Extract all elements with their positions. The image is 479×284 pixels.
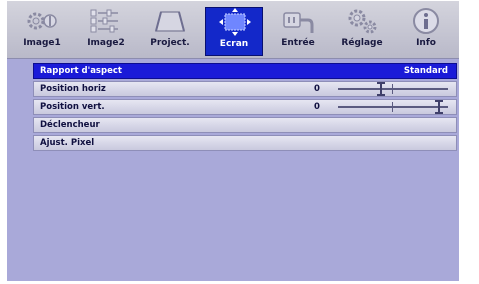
tab-reglage[interactable]: Réglage — [333, 7, 391, 56]
horizontal-position-slider[interactable] — [338, 82, 448, 96]
tab-ecran[interactable]: Ecran — [205, 7, 263, 56]
tab-label: Ecran — [219, 39, 249, 49]
tab-image1[interactable]: Image1 — [13, 7, 71, 56]
osd-menu-screen: Image1 Image2 Project. Ecran Entrée Régl… — [7, 1, 459, 281]
menu-item-pixel-adjust[interactable]: Ajust. Pixel — [33, 135, 457, 151]
menu-item-label: Déclencheur — [40, 120, 100, 130]
input-connector-icon — [283, 12, 314, 33]
menu-item-aspect-ratio[interactable]: Rapport d'aspect Standard — [33, 63, 457, 79]
tab-label: Image2 — [87, 38, 125, 48]
info-icon — [413, 8, 439, 34]
tab-label: Image1 — [23, 38, 61, 48]
tab-label: Info — [416, 38, 436, 48]
sliders-icon — [90, 9, 118, 33]
tab-info[interactable]: Info — [397, 7, 455, 56]
tab-project[interactable]: Project. — [141, 7, 199, 56]
tab-image2[interactable]: Image2 — [77, 7, 135, 56]
gears-icon — [348, 9, 377, 34]
tab-bar: Image1 Image2 Project. Ecran Entrée Régl… — [7, 1, 459, 59]
slider-center-mark — [392, 102, 393, 112]
tab-label: Réglage — [341, 38, 383, 48]
menu-item-label: Rapport d'aspect — [40, 66, 122, 76]
menu-item-label: Ajust. Pixel — [40, 138, 95, 148]
slider-knob[interactable] — [376, 82, 385, 96]
slider-knob[interactable] — [434, 100, 443, 114]
menu-item-trigger[interactable]: Déclencheur — [33, 117, 457, 133]
screen-settings-menu: Rapport d'aspect Standard Position horiz… — [33, 63, 457, 153]
tab-label: Entrée — [281, 38, 315, 48]
screen-position-icon — [219, 8, 251, 36]
projection-screen-icon — [155, 11, 185, 32]
aspect-ratio-value: Standard — [403, 66, 448, 76]
vertical-position-value: 0 — [314, 102, 320, 112]
tab-label: Project. — [150, 38, 190, 48]
menu-item-horizontal-position[interactable]: Position horiz 0 — [33, 81, 457, 97]
slider-center-mark — [392, 84, 393, 94]
menu-item-label: Position horiz — [40, 84, 106, 94]
horizontal-position-value: 0 — [314, 84, 320, 94]
vertical-position-slider[interactable] — [338, 100, 448, 114]
tab-entree[interactable]: Entrée — [269, 7, 327, 56]
menu-item-label: Position vert. — [40, 102, 105, 112]
gear-circle-icon — [27, 12, 57, 30]
menu-item-vertical-position[interactable]: Position vert. 0 — [33, 99, 457, 115]
